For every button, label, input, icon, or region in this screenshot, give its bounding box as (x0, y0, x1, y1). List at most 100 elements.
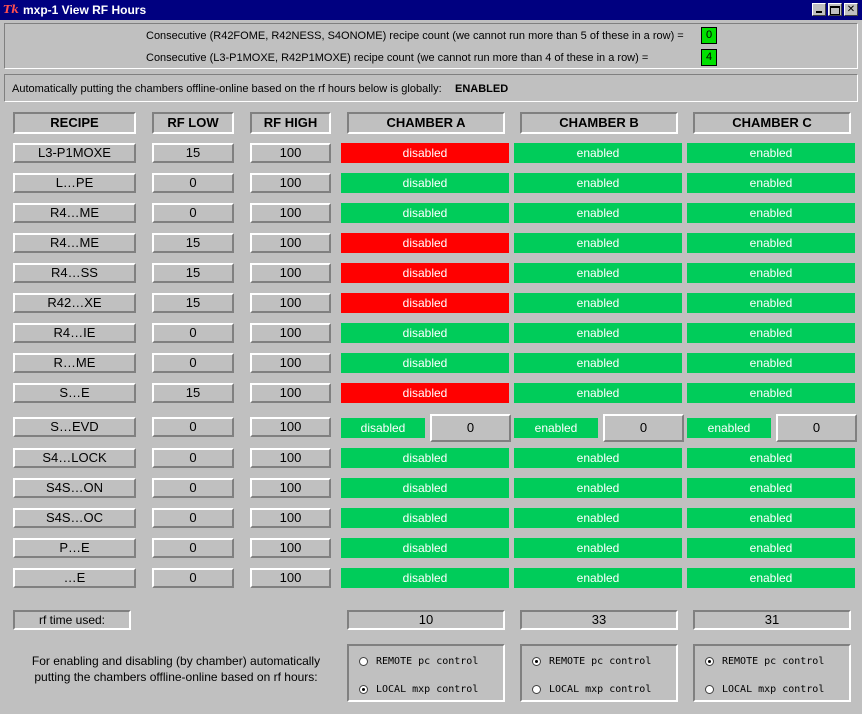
recipe-name: S4S…OC (13, 508, 136, 528)
rf-low-value: 0 (152, 323, 234, 343)
rf-low-value: 0 (152, 448, 234, 468)
chamber-a-status[interactable]: disabled (341, 323, 509, 343)
rf-high-value: 100 (250, 353, 331, 373)
rf-high-value: 100 (250, 323, 331, 343)
recipe-name: R4…SS (13, 263, 136, 283)
recipe-name: R…ME (13, 353, 136, 373)
recipe-name: S4…LOCK (13, 448, 136, 468)
chamber-b-local-label: LOCAL mxp control (549, 684, 652, 695)
chamber-c-status[interactable]: enabled (687, 233, 855, 253)
header-chamber-b: CHAMBER B (520, 112, 678, 134)
chamber-c-status[interactable]: enabled (687, 538, 855, 558)
rf-high-value: 100 (250, 293, 331, 313)
chamber-c-remote-radio[interactable] (705, 657, 714, 666)
chamber-c-status[interactable]: enabled (687, 263, 855, 283)
global-status-value: ENABLED (455, 83, 509, 95)
chamber-c-remote-option[interactable]: REMOTE pc control (705, 656, 824, 667)
chamber-b-status[interactable]: enabled (514, 203, 682, 223)
recipe-name: S…E (13, 383, 136, 403)
chamber-b-status[interactable]: enabled (514, 293, 682, 313)
chamber-b-control-group: REMOTE pc control LOCAL mxp control (520, 644, 678, 702)
chamber-c-status[interactable]: enabled (687, 293, 855, 313)
chamber-b-status[interactable]: enabled (514, 263, 682, 283)
chamber-b-status[interactable]: enabled (514, 538, 682, 558)
recipe-name: L3-P1MOXE (13, 143, 136, 163)
rf-high-value: 100 (250, 173, 331, 193)
chamber-c-status[interactable]: enabled (687, 173, 855, 193)
chamber-c-status[interactable]: enabled (687, 383, 855, 403)
chamber-c-status[interactable]: enabled (687, 478, 855, 498)
chamber-c-local-radio[interactable] (705, 685, 714, 694)
chamber-a-status[interactable]: disabled (341, 448, 509, 468)
chamber-b-status[interactable]: enabled (514, 173, 682, 193)
rf-used-chamber-a: 10 (347, 610, 505, 630)
chamber-c-status[interactable]: enabled (687, 353, 855, 373)
chamber-b-status[interactable]: enabled (514, 323, 682, 343)
chamber-c-remote-label: REMOTE pc control (722, 656, 825, 667)
chamber-a-status[interactable]: disabled (341, 478, 509, 498)
rf-high-value: 100 (250, 263, 331, 283)
chamber-b-status[interactable]: enabled (514, 353, 682, 373)
chamber-c-status[interactable]: enabled (687, 323, 855, 343)
minimize-button[interactable] (812, 3, 826, 16)
rf-high-value: 100 (250, 383, 331, 403)
chamber-c-status[interactable]: enabled (687, 568, 855, 588)
chamber-c-count[interactable]: 0 (776, 414, 857, 442)
chamber-a-status[interactable]: disabled (341, 538, 509, 558)
chamber-a-local-radio[interactable] (359, 685, 368, 694)
chamber-c-local-option[interactable]: LOCAL mxp control (705, 684, 824, 695)
chamber-c-status[interactable]: enabled (687, 418, 771, 438)
chamber-a-status[interactable]: disabled (341, 508, 509, 528)
consecutive-label-1: Consecutive (R42FOME, R42NESS, S4ONOME) … (146, 30, 684, 42)
chamber-b-status[interactable]: enabled (514, 508, 682, 528)
chamber-b-count[interactable]: 0 (603, 414, 684, 442)
chamber-b-status[interactable]: enabled (514, 418, 598, 438)
chamber-a-remote-option[interactable]: REMOTE pc control (359, 656, 478, 667)
recipe-name: S…EVD (13, 417, 136, 437)
rf-low-value: 0 (152, 173, 234, 193)
chamber-b-status[interactable]: enabled (514, 383, 682, 403)
chamber-a-count[interactable]: 0 (430, 414, 511, 442)
header-chamber-c: CHAMBER C (693, 112, 851, 134)
chamber-b-remote-radio[interactable] (532, 657, 541, 666)
chamber-a-remote-radio[interactable] (359, 657, 368, 666)
chamber-c-status[interactable]: enabled (687, 203, 855, 223)
recipe-name: P…E (13, 538, 136, 558)
header-recipe: RECIPE (13, 112, 136, 134)
chamber-a-status[interactable]: disabled (341, 203, 509, 223)
chamber-b-status[interactable]: enabled (514, 568, 682, 588)
chamber-a-status[interactable]: disabled (341, 383, 509, 403)
rf-high-value: 100 (250, 478, 331, 498)
chamber-a-status[interactable]: disabled (341, 353, 509, 373)
chamber-b-status[interactable]: enabled (514, 478, 682, 498)
chamber-a-status[interactable]: disabled (341, 173, 509, 193)
close-button[interactable]: ✕ (844, 3, 858, 16)
chamber-a-status[interactable]: disabled (341, 568, 509, 588)
tk-app-icon: Tk (3, 3, 19, 16)
chamber-b-status[interactable]: enabled (514, 233, 682, 253)
maximize-button[interactable] (828, 3, 842, 16)
rf-time-used-label: rf time used: (13, 610, 131, 630)
chamber-a-local-label: LOCAL mxp control (376, 684, 479, 695)
chamber-b-local-radio[interactable] (532, 685, 541, 694)
header-rf-low: RF LOW (152, 112, 234, 134)
chamber-b-status[interactable]: enabled (514, 143, 682, 163)
chamber-b-local-option[interactable]: LOCAL mxp control (532, 684, 651, 695)
chamber-c-status[interactable]: enabled (687, 143, 855, 163)
recipe-name: S4S…ON (13, 478, 136, 498)
header-rf-high: RF HIGH (250, 112, 331, 134)
chamber-a-status[interactable]: disabled (341, 293, 509, 313)
chamber-a-status[interactable]: disabled (341, 418, 425, 438)
rf-low-value: 15 (152, 263, 234, 283)
chamber-c-status[interactable]: enabled (687, 448, 855, 468)
window-title: mxp-1 View RF Hours (23, 3, 147, 17)
chamber-b-status[interactable]: enabled (514, 448, 682, 468)
rf-low-value: 0 (152, 568, 234, 588)
chamber-c-status[interactable]: enabled (687, 508, 855, 528)
chamber-a-status[interactable]: disabled (341, 263, 509, 283)
chamber-a-status[interactable]: disabled (341, 233, 509, 253)
chamber-b-remote-option[interactable]: REMOTE pc control (532, 656, 651, 667)
chamber-a-status[interactable]: disabled (341, 143, 509, 163)
rf-high-value: 100 (250, 508, 331, 528)
chamber-a-local-option[interactable]: LOCAL mxp control (359, 684, 478, 695)
